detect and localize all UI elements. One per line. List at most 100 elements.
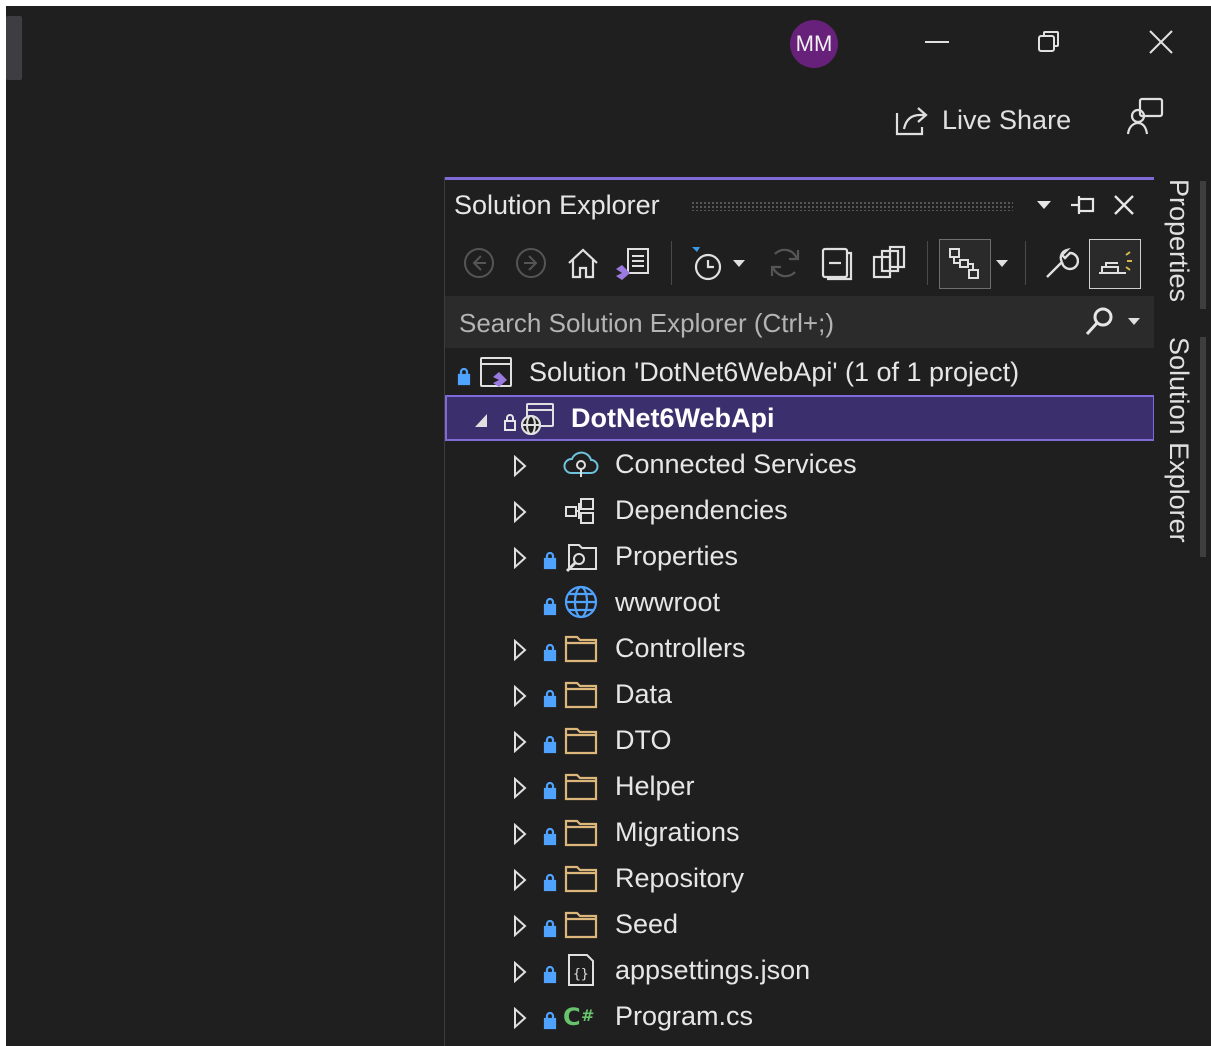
expand-arrow-icon[interactable]	[513, 867, 527, 892]
tree-item-label: DotNet6WebApi	[571, 403, 775, 433]
json-file-icon: {}	[563, 953, 599, 987]
tree-item[interactable]: {} appsettings.json	[445, 947, 1155, 993]
tree-item[interactable]: Properties	[445, 533, 1155, 579]
collapse-arrow-icon[interactable]	[473, 407, 487, 429]
solution-icon	[479, 355, 515, 389]
view-class-diagram-button[interactable]	[939, 239, 991, 289]
refresh-button[interactable]	[765, 243, 805, 283]
tree-item[interactable]: Helper	[445, 763, 1155, 809]
expand-arrow-icon[interactable]	[513, 913, 527, 938]
pending-changes-filter-button[interactable]	[687, 243, 727, 283]
tree-item-label: Controllers	[615, 633, 746, 663]
pin-icon	[1071, 196, 1095, 214]
tree-item[interactable]: DTO	[445, 717, 1155, 763]
solution-explorer-header[interactable]: Solution Explorer	[445, 180, 1155, 232]
account-avatar[interactable]: MM	[790, 20, 838, 68]
collapse-all-icon	[821, 247, 853, 281]
back-button[interactable]	[459, 243, 499, 283]
folder-icon	[563, 723, 599, 757]
search-input[interactable]	[457, 304, 1071, 342]
tree-item[interactable]: wwwroot	[445, 579, 1155, 625]
tree-item[interactable]: Data	[445, 671, 1155, 717]
svg-text:{}: {}	[573, 967, 589, 982]
forward-button[interactable]	[511, 243, 551, 283]
expand-arrow-icon[interactable]	[513, 637, 527, 662]
home-button[interactable]	[563, 243, 603, 283]
expand-arrow-icon[interactable]	[513, 545, 527, 570]
expand-arrow-icon[interactable]	[513, 821, 527, 846]
restore-icon	[1038, 31, 1059, 52]
collapse-all-button[interactable]	[817, 243, 857, 283]
lock-icon	[543, 868, 557, 892]
close-window-button[interactable]	[1138, 22, 1184, 62]
tree-item-label: wwwroot	[615, 587, 721, 617]
solution-explorer-search	[445, 296, 1155, 348]
expand-arrow-icon[interactable]	[513, 775, 527, 800]
tree-item-label: Helper	[615, 771, 695, 801]
view-class-diagram-icon	[949, 248, 979, 279]
pending-changes-filter-icon	[692, 247, 722, 281]
properties-button[interactable]	[1041, 243, 1081, 283]
feedback-icon	[1126, 97, 1164, 135]
tree-item[interactable]: C # Program.cs	[445, 993, 1155, 1039]
show-all-files-button[interactable]	[869, 243, 909, 283]
forward-icon	[516, 248, 546, 278]
tree-item-label: appsettings.json	[615, 955, 811, 985]
visual-studio-window: MM Live Share Solution Explorer Search S…	[6, 6, 1211, 1046]
connected-services-icon	[563, 447, 599, 481]
tree-item[interactable]: Seed	[445, 901, 1155, 947]
folder-icon	[563, 631, 599, 665]
tree-item[interactable]: Migrations	[445, 809, 1155, 855]
search-options-dropdown[interactable]	[1127, 314, 1143, 330]
project-node[interactable]: DotNet6WebApi	[445, 395, 1155, 441]
properties-tab[interactable]: Properties	[1158, 179, 1194, 302]
tree-item[interactable]: Dependencies	[445, 487, 1155, 533]
refresh-icon	[770, 248, 800, 278]
minimize-button[interactable]	[914, 22, 960, 62]
left-scroll-handle[interactable]	[6, 16, 22, 80]
live-share-button[interactable]: Live Share	[894, 100, 1071, 140]
folder-icon	[563, 769, 599, 803]
class-diagram-dropdown[interactable]	[993, 243, 1011, 283]
toolbar-separator	[927, 241, 928, 285]
preview-selected-items-button[interactable]	[1089, 239, 1141, 289]
solution-node[interactable]: Solution 'DotNet6WebApi' (1 of 1 project…	[445, 349, 1155, 395]
folder-icon	[563, 907, 599, 941]
pending-changes-dropdown[interactable]	[729, 243, 749, 283]
lock-icon	[543, 730, 557, 754]
solution-explorer-tab[interactable]: Solution Explorer	[1158, 337, 1194, 543]
tree-item[interactable]: Connected Services	[445, 441, 1155, 487]
feedback-button[interactable]	[1126, 96, 1166, 136]
expand-arrow-icon[interactable]	[513, 683, 527, 708]
expand-arrow-icon[interactable]	[513, 453, 527, 478]
lock-icon	[543, 546, 557, 570]
close-panel-button[interactable]	[1109, 190, 1139, 220]
lock-icon	[543, 684, 557, 708]
window-position-button[interactable]	[1029, 190, 1059, 220]
minimize-icon	[925, 41, 949, 43]
tree-item-label: Migrations	[615, 817, 740, 847]
lock-icon	[543, 1006, 557, 1030]
auto-hide-button[interactable]	[1069, 190, 1099, 220]
panel-drag-grip[interactable]	[691, 201, 1013, 211]
toolbar-separator	[1025, 241, 1026, 285]
panel-title: Solution Explorer	[454, 190, 660, 220]
tree-item[interactable]: Controllers	[445, 625, 1155, 671]
svg-text:C: C	[563, 1003, 581, 1031]
expand-arrow-icon[interactable]	[513, 729, 527, 754]
dropdown-icon	[1037, 201, 1051, 209]
lock-icon	[543, 592, 557, 616]
expand-arrow-icon[interactable]	[513, 499, 527, 524]
search-button[interactable]	[1083, 306, 1117, 338]
switch-views-button[interactable]	[613, 243, 653, 283]
folder-icon	[563, 861, 599, 895]
solution-explorer-tab-indicator	[1200, 337, 1206, 557]
expand-arrow-icon[interactable]	[513, 1005, 527, 1030]
expand-arrow-icon[interactable]	[513, 959, 527, 984]
lock-icon	[543, 960, 557, 984]
tree-item[interactable]: Repository	[445, 855, 1155, 901]
properties-tab-indicator	[1200, 181, 1206, 309]
restore-button[interactable]	[1026, 22, 1072, 62]
tree-item-label: Dependencies	[615, 495, 788, 525]
solution-explorer-panel: Solution Explorer Search Solution Explor…	[444, 177, 1156, 1046]
